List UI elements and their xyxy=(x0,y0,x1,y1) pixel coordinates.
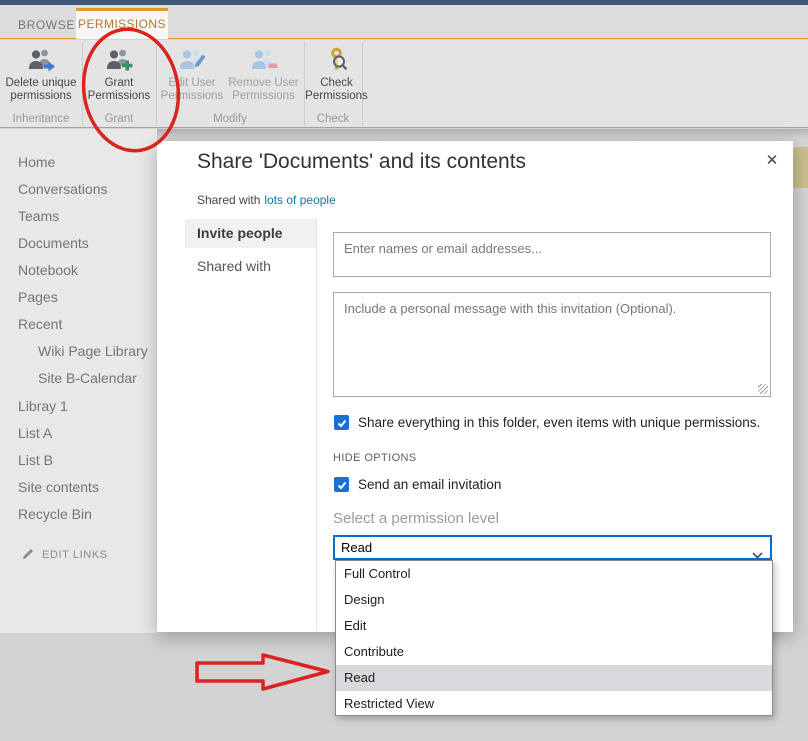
annotation-arrow-read xyxy=(195,653,330,691)
ribbon-button-label: Remove User Permissions xyxy=(228,77,299,102)
pencil-icon xyxy=(22,547,35,563)
ribbon-button-label: Grant Permissions xyxy=(87,77,151,102)
permission-select-value: Read xyxy=(341,540,373,555)
send-email-checkbox[interactable] xyxy=(334,477,349,492)
sidebar-item-conversations[interactable]: Conversations xyxy=(18,181,108,201)
sidebar-item-list-b[interactable]: List B xyxy=(18,452,53,472)
dialog-tab-shared-with[interactable]: Shared with xyxy=(185,255,316,277)
sidebar-item-pages[interactable]: Pages xyxy=(18,289,58,309)
sidebar-item-site-contents[interactable]: Site contents xyxy=(18,479,99,499)
tab-permissions[interactable]: PERMISSIONS xyxy=(76,8,168,39)
delete-unique-permissions-icon xyxy=(25,46,57,76)
permission-level-label: Select a permission level xyxy=(333,510,499,527)
tab-browse[interactable]: BROWSE xyxy=(18,18,75,32)
dialog-title: Share 'Documents' and its contents xyxy=(197,150,527,173)
sidebar-item-recent[interactable]: Recent xyxy=(18,316,62,336)
remove-user-permissions-button[interactable]: Remove User Permissions xyxy=(227,42,300,108)
check-permissions-button[interactable]: Check Permissions xyxy=(302,42,371,108)
ribbon-group-check: Check xyxy=(316,113,350,125)
names-input-wrapper xyxy=(333,232,771,277)
edit-user-permissions-button[interactable]: Edit User Permissions xyxy=(157,42,227,108)
names-input[interactable] xyxy=(333,232,771,277)
sidebar-item-home[interactable]: Home xyxy=(18,154,55,174)
shared-with-line: Shared with lots of people xyxy=(197,193,336,207)
sidebar-item-recycle-bin[interactable]: Recycle Bin xyxy=(18,506,92,526)
ribbon: Delete unique permissions Grant Permissi… xyxy=(0,40,808,128)
ribbon-button-label: Edit User Permissions xyxy=(160,77,224,102)
checkmark-icon xyxy=(337,419,346,427)
share-everything-checkbox[interactable] xyxy=(334,415,349,430)
share-everything-label: Share everything in this folder, even it… xyxy=(358,415,761,430)
option-read[interactable]: Read xyxy=(336,665,772,691)
delete-unique-permissions-button[interactable]: Delete unique permissions xyxy=(1,42,81,108)
sidebar-item-documents[interactable]: Documents xyxy=(18,235,89,255)
option-contribute[interactable]: Contribute xyxy=(336,639,772,665)
option-edit[interactable]: Edit xyxy=(336,613,772,639)
shared-with-prefix: Shared with xyxy=(197,193,261,207)
sharepoint-permissions-page: BROWSE PERMISSIONS Delete unique permiss… xyxy=(0,0,808,741)
checkmark-icon xyxy=(337,481,346,489)
edit-links-label: EDIT LINKS xyxy=(42,549,108,561)
shared-with-link[interactable]: lots of people xyxy=(264,193,335,207)
share-dialog: Share 'Documents' and its contents ✕ Sha… xyxy=(157,141,793,632)
check-permissions-icon xyxy=(321,46,353,76)
option-restricted-view[interactable]: Restricted View xyxy=(336,691,772,717)
remove-user-permissions-icon xyxy=(248,46,280,76)
send-email-label: Send an email invitation xyxy=(358,477,502,492)
background-tan-block xyxy=(793,147,808,188)
message-input-wrapper xyxy=(333,292,771,397)
dialog-tab-invite-people[interactable]: Invite people xyxy=(185,219,316,248)
dialog-nav-divider xyxy=(316,219,317,631)
option-full-control[interactable]: Full Control xyxy=(336,561,772,587)
grant-permissions-button[interactable]: Grant Permissions xyxy=(84,42,154,108)
sidebar-item-notebook[interactable]: Notebook xyxy=(18,262,78,282)
ribbon-tab-strip: BROWSE PERMISSIONS xyxy=(0,5,808,39)
resize-grip[interactable] xyxy=(758,384,768,394)
ribbon-group-grant: Grant xyxy=(104,113,134,125)
hide-options-link[interactable]: HIDE OPTIONS xyxy=(333,452,417,464)
share-everything-row: Share everything in this folder, even it… xyxy=(334,415,760,431)
edit-links-button[interactable]: EDIT LINKS xyxy=(22,547,108,563)
ribbon-group-modify: Modify xyxy=(213,113,247,125)
grant-permissions-icon xyxy=(103,46,135,76)
close-icon[interactable]: ✕ xyxy=(762,151,782,171)
sidebar-item-site-b-calendar[interactable]: Site B-Calendar xyxy=(38,370,137,390)
ribbon-button-label: Check Permissions xyxy=(305,77,368,102)
ribbon-button-label: Delete unique permissions xyxy=(5,77,77,102)
sidebar-item-libray-1[interactable]: Libray 1 xyxy=(18,398,68,418)
personal-message-input[interactable] xyxy=(333,292,771,397)
option-design[interactable]: Design xyxy=(336,587,772,613)
ribbon-group-inheritance: Inheritance xyxy=(12,113,70,125)
send-email-row: Send an email invitation xyxy=(334,477,501,493)
permission-level-select[interactable]: Read xyxy=(333,535,772,560)
permission-dropdown-list: Full Control Design Edit Contribute Read… xyxy=(335,560,773,716)
sidebar-nav: Home Conversations Teams Documents Noteb… xyxy=(0,129,157,633)
sidebar-item-wiki-page-library[interactable]: Wiki Page Library xyxy=(38,343,148,363)
sidebar-item-list-a[interactable]: List A xyxy=(18,425,52,445)
sidebar-item-teams[interactable]: Teams xyxy=(18,208,59,228)
edit-user-permissions-icon xyxy=(176,46,208,76)
